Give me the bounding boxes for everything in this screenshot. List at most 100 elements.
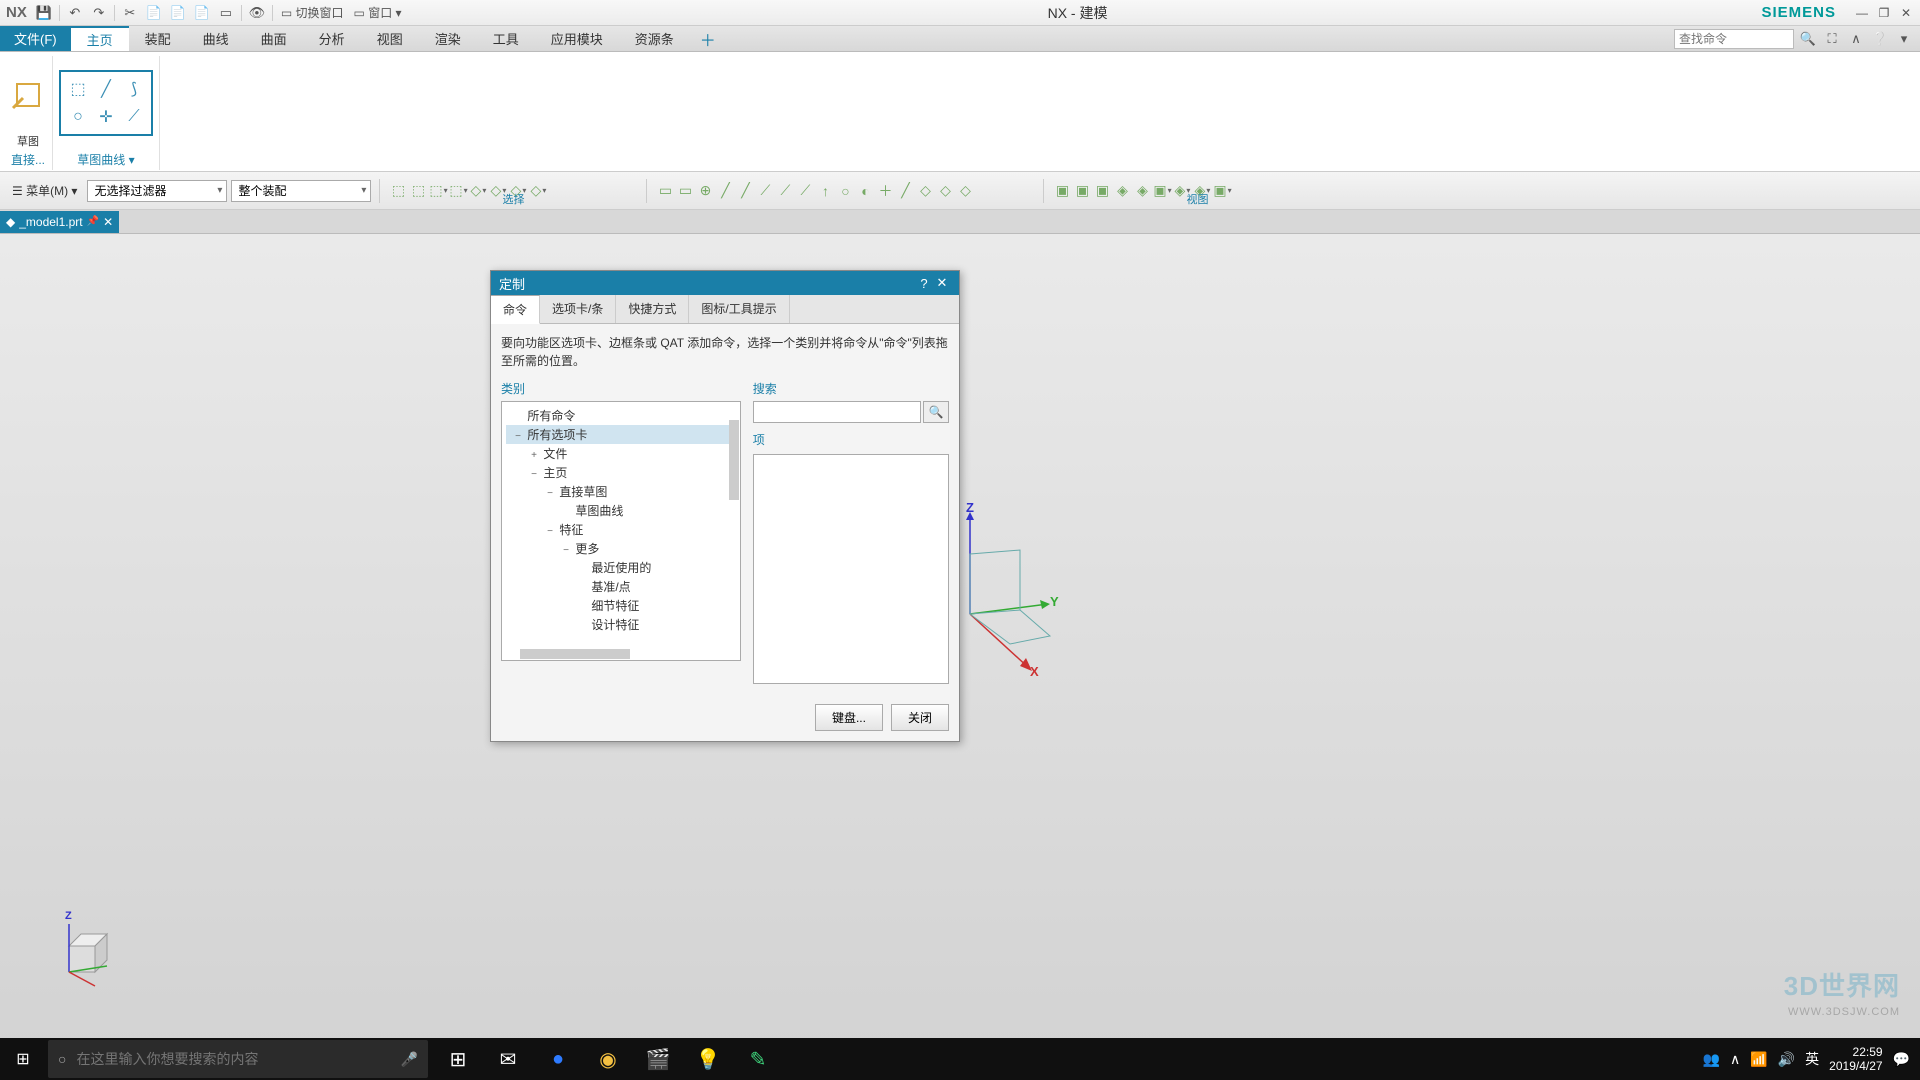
tree-toggle-icon[interactable]: − bbox=[512, 431, 524, 442]
taskbar-app-movies[interactable]: 🎬 bbox=[634, 1038, 682, 1080]
snap-icon-8[interactable]: ⟋ bbox=[795, 181, 815, 201]
paste-special-icon[interactable]: 📄 bbox=[191, 2, 213, 24]
tree-item[interactable]: − 直接草图 bbox=[506, 482, 736, 501]
dialog-search-input[interactable] bbox=[753, 401, 921, 423]
tree-toggle-icon[interactable]: + bbox=[528, 450, 540, 461]
view-icon-2[interactable]: ▣ bbox=[1072, 181, 1092, 201]
selection-filter-combo[interactable]: 无选择过滤器 bbox=[87, 180, 227, 202]
window-menu-button[interactable]: ▭ 窗口 ▾ bbox=[350, 4, 406, 21]
point-icon[interactable]: ✛ bbox=[93, 104, 119, 130]
ribbon-group-label-curves[interactable]: 草图曲线 ▾ bbox=[77, 149, 134, 170]
view-triad[interactable]: Z bbox=[55, 918, 115, 988]
cut-icon[interactable]: ✂ bbox=[119, 2, 141, 24]
taskbar-app-task-view[interactable]: ⊞ bbox=[434, 1038, 482, 1080]
tree-scrollbar[interactable] bbox=[729, 420, 739, 500]
tree-toggle-icon[interactable]: − bbox=[544, 488, 556, 499]
tree-item[interactable]: + 文件 bbox=[506, 444, 736, 463]
dialog-tab-commands[interactable]: 命令 bbox=[491, 295, 540, 324]
snap-icon-13[interactable]: ╱ bbox=[895, 181, 915, 201]
view-icon-9[interactable]: ▣ bbox=[1212, 181, 1232, 201]
tab-resource[interactable]: 资源条 bbox=[619, 26, 690, 51]
save-icon[interactable]: 💾 bbox=[33, 2, 55, 24]
restore-button[interactable]: ❐ bbox=[1874, 4, 1894, 22]
snap-icon-14[interactable]: ◇ bbox=[915, 181, 935, 201]
snap-icon-16[interactable]: ◇ bbox=[955, 181, 975, 201]
snap-icon-15[interactable]: ◇ bbox=[935, 181, 955, 201]
tab-curve[interactable]: 曲线 bbox=[187, 26, 245, 51]
tab-analysis[interactable]: 分析 bbox=[303, 26, 361, 51]
people-icon[interactable]: 👥 bbox=[1703, 1051, 1720, 1068]
windows-search[interactable]: ○ 🎤 bbox=[48, 1040, 428, 1078]
keyboard-button[interactable]: 键盘... bbox=[815, 704, 883, 731]
snap-icon-7[interactable]: ⟋ bbox=[775, 181, 795, 201]
menu-button[interactable]: ☰ 菜单(M) ▾ bbox=[6, 180, 83, 201]
snap-icon-4[interactable]: ╱ bbox=[715, 181, 735, 201]
tab-view[interactable]: 视图 bbox=[361, 26, 419, 51]
snap-icon-5[interactable]: ╱ bbox=[735, 181, 755, 201]
taskbar-app-kugou[interactable]: ● bbox=[534, 1038, 582, 1080]
snap-icon-2[interactable]: ▭ bbox=[675, 181, 695, 201]
ribbon-group-label-direct[interactable]: 直接... bbox=[11, 149, 45, 170]
taskbar-app-paint3d[interactable]: 💡 bbox=[684, 1038, 732, 1080]
sel-icon-4[interactable]: ⬚ bbox=[448, 181, 468, 201]
dialog-close-icon[interactable]: ✕ bbox=[933, 275, 951, 291]
snap-icon-10[interactable]: ○ bbox=[835, 181, 855, 201]
circle-icon[interactable]: ○ bbox=[65, 104, 91, 130]
switch-window-button[interactable]: ▭ 切换窗口 bbox=[277, 4, 348, 21]
taskbar-app-mail[interactable]: ✉ bbox=[484, 1038, 532, 1080]
arc-icon[interactable]: ⟆ bbox=[121, 76, 147, 102]
close-button[interactable]: 关闭 bbox=[891, 704, 949, 731]
collapse-ribbon-icon[interactable]: ∧ bbox=[1846, 29, 1866, 49]
paste-icon[interactable]: 📄 bbox=[167, 2, 189, 24]
qat-dropdown-icon[interactable]: ▭ bbox=[215, 2, 237, 24]
snap-icon-6[interactable]: ⟋ bbox=[755, 181, 775, 201]
undo-icon[interactable]: ↶ bbox=[64, 2, 86, 24]
dialog-search-button[interactable]: 🔍 bbox=[923, 401, 949, 423]
start-button[interactable]: ⊞ bbox=[0, 1038, 46, 1080]
view-icon-6[interactable]: ▣ bbox=[1152, 181, 1172, 201]
tab-assembly[interactable]: 装配 bbox=[129, 26, 187, 51]
sel-icon-5[interactable]: ◇ bbox=[468, 181, 488, 201]
touch-mode-icon[interactable]: 👁 bbox=[246, 2, 268, 24]
sketch-curves-gallery[interactable]: ⬚ ╱ ⟆ ○ ✛ ⟋ bbox=[59, 70, 153, 136]
command-search-input[interactable] bbox=[1674, 29, 1794, 49]
view-icon-1[interactable]: ▣ bbox=[1052, 181, 1072, 201]
tree-item[interactable]: − 所有选项卡 bbox=[506, 425, 736, 444]
tree-item[interactable]: 设计特征 bbox=[506, 615, 736, 634]
close-button[interactable]: ✕ bbox=[1896, 4, 1916, 22]
profile-icon[interactable]: ⬚ bbox=[65, 76, 91, 102]
dialog-tab-tabsbars[interactable]: 选项卡/条 bbox=[540, 295, 616, 323]
volume-icon[interactable]: 🔊 bbox=[1778, 1051, 1795, 1068]
search-icon[interactable]: 🔍 bbox=[1798, 29, 1818, 49]
tab-surface[interactable]: 曲面 bbox=[245, 26, 303, 51]
assembly-scope-combo[interactable]: 整个装配 bbox=[231, 180, 371, 202]
tab-home[interactable]: 主页 bbox=[71, 26, 129, 51]
tree-item[interactable]: 最近使用的 bbox=[506, 558, 736, 577]
sel-icon-3[interactable]: ⬚ bbox=[428, 181, 448, 201]
taskbar-app-chrome[interactable]: ◉ bbox=[584, 1038, 632, 1080]
help-icon[interactable]: ❔ bbox=[1870, 29, 1890, 49]
taskbar-app-youdao[interactable]: ✎ bbox=[734, 1038, 782, 1080]
ime-icon[interactable]: 英 bbox=[1805, 1049, 1819, 1069]
windows-search-input[interactable] bbox=[76, 1051, 390, 1067]
sel-icon-2[interactable]: ⬚ bbox=[408, 181, 428, 201]
close-tab-icon[interactable]: ✕ bbox=[103, 215, 113, 229]
add-tab-button[interactable]: ＋ bbox=[690, 26, 726, 51]
mic-icon[interactable]: 🎤 bbox=[401, 1051, 418, 1068]
tree-toggle-icon[interactable]: − bbox=[528, 469, 540, 480]
tree-h-scrollbar[interactable] bbox=[520, 649, 630, 659]
dialog-tab-icons[interactable]: 图标/工具提示 bbox=[689, 295, 789, 323]
spline-icon[interactable]: ⟋ bbox=[121, 104, 147, 130]
tree-toggle-icon[interactable]: − bbox=[544, 526, 556, 537]
copy-icon[interactable]: 📄 bbox=[143, 2, 165, 24]
tree-item[interactable]: 细节特征 bbox=[506, 596, 736, 615]
items-list[interactable] bbox=[753, 454, 949, 684]
minimize-button[interactable]: — bbox=[1852, 4, 1872, 22]
view-icon-3[interactable]: ▣ bbox=[1092, 181, 1112, 201]
snap-icon-9[interactable]: ↑ bbox=[815, 181, 835, 201]
snap-icon-3[interactable]: ⊕ bbox=[695, 181, 715, 201]
snap-icon-11[interactable]: ◐ bbox=[855, 181, 875, 201]
view-icon-4[interactable]: ◈ bbox=[1112, 181, 1132, 201]
notifications-icon[interactable]: 💬 bbox=[1893, 1051, 1910, 1068]
network-icon[interactable]: 📶 bbox=[1750, 1051, 1767, 1068]
